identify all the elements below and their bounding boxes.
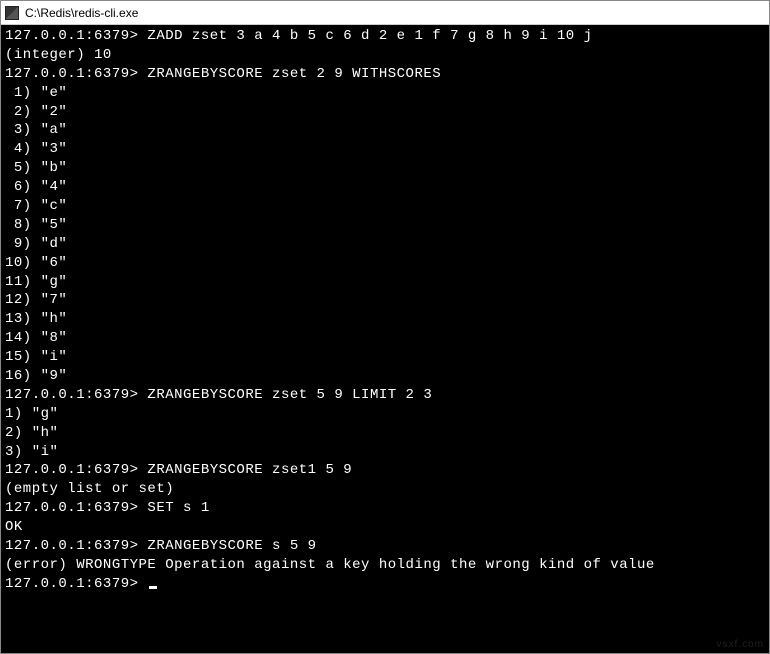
command-line: 127.0.0.1:6379> ZRANGEBYSCORE zset 2 9 W… xyxy=(5,65,765,84)
app-icon xyxy=(5,6,19,20)
output-line: 5) "b" xyxy=(5,159,765,178)
watermark: vsxf.com xyxy=(717,639,764,650)
output-line: 1) "g" xyxy=(5,405,765,424)
cursor xyxy=(149,586,157,589)
command-line: 127.0.0.1:6379> SET s 1 xyxy=(5,499,765,518)
output-line: 13) "h" xyxy=(5,310,765,329)
command-line: 127.0.0.1:6379> ZRANGEBYSCORE s 5 9 xyxy=(5,537,765,556)
output-line: (integer) 10 xyxy=(5,46,765,65)
title-bar[interactable]: C:\Redis\redis-cli.exe xyxy=(1,1,769,25)
output-line: 7) "c" xyxy=(5,197,765,216)
output-line: 3) "a" xyxy=(5,121,765,140)
output-line: 3) "i" xyxy=(5,443,765,462)
output-line: 4) "3" xyxy=(5,140,765,159)
output-line: 2) "2" xyxy=(5,103,765,122)
current-prompt[interactable]: 127.0.0.1:6379> xyxy=(5,575,765,594)
output-line: 15) "i" xyxy=(5,348,765,367)
terminal-area[interactable]: 127.0.0.1:6379> ZADD zset 3 a 4 b 5 c 6 … xyxy=(1,25,769,653)
output-line: 12) "7" xyxy=(5,291,765,310)
output-line: 16) "9" xyxy=(5,367,765,386)
output-line: 9) "d" xyxy=(5,235,765,254)
output-line: 10) "6" xyxy=(5,254,765,273)
output-line: (error) WRONGTYPE Operation against a ke… xyxy=(5,556,765,575)
command-line: 127.0.0.1:6379> ZRANGEBYSCORE zset1 5 9 xyxy=(5,461,765,480)
output-line: OK xyxy=(5,518,765,537)
command-line: 127.0.0.1:6379> ZADD zset 3 a 4 b 5 c 6 … xyxy=(5,27,765,46)
output-line: 14) "8" xyxy=(5,329,765,348)
output-line: 11) "g" xyxy=(5,273,765,292)
window-title: C:\Redis\redis-cli.exe xyxy=(25,6,138,20)
output-line: (empty list or set) xyxy=(5,480,765,499)
output-line: 6) "4" xyxy=(5,178,765,197)
output-line: 8) "5" xyxy=(5,216,765,235)
output-line: 1) "e" xyxy=(5,84,765,103)
output-line: 2) "h" xyxy=(5,424,765,443)
command-line: 127.0.0.1:6379> ZRANGEBYSCORE zset 5 9 L… xyxy=(5,386,765,405)
